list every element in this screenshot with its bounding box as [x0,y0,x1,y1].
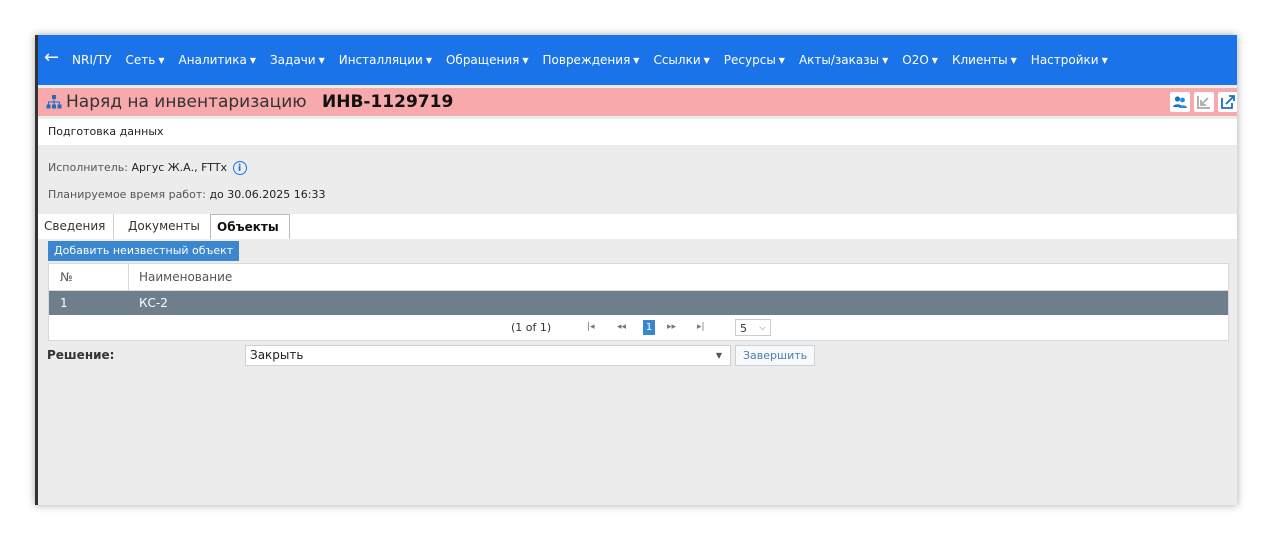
paginator: (1 of 1) |◂ ◂◂ 1 ▸▸ ▸| 5 ⌵ [49,316,1228,340]
planned-label: Планируемое время работ: [48,188,206,201]
planned-value: до 30.06.2025 16:33 [209,188,326,201]
page-size-value: 5 [740,322,747,335]
prev-page-icon[interactable]: ◂◂ [617,322,626,332]
nav-item-o2o[interactable]: O2O ▼ [902,53,938,67]
tabs-bar: Сведения Документы Объекты [38,214,1237,239]
executor-label: Исполнитель: [48,161,128,174]
table-header: № Наименование [49,264,1228,291]
executor-value: Аргус Ж.А., FTTx [131,161,228,174]
caret-down-icon: ▼ [318,55,325,65]
tab-documents[interactable]: Документы [122,214,210,239]
caret-down-icon: ▼ [522,55,529,65]
nav-item-installations[interactable]: Инсталляции ▼ [339,53,432,67]
decision-selected-value: Закрыть [250,348,304,362]
caret-down-icon: ▼ [1010,55,1017,65]
external-link-icon [1221,95,1235,109]
top-navbar: ← NRI/ТУ Сеть ▼ Аналитика ▼ Задачи ▼ Инстал… [38,35,1237,85]
decision-label: Решение: [47,348,115,362]
nav-item-damages[interactable]: Повреждения ▼ [543,53,640,67]
caret-down-icon: ▼ [1101,55,1108,65]
objects-table: № Наименование 1 КС-2 (1 of 1) |◂ ◂◂ 1 ▸… [48,263,1229,341]
first-page-icon[interactable]: |◂ [587,322,595,332]
nav-item-clients[interactable]: Клиенты ▼ [952,53,1017,67]
caret-down-icon: ▼ [249,55,256,65]
finish-button[interactable]: Завершить [735,345,816,366]
page-size-select[interactable]: 5 ⌵ [735,319,771,336]
arrow-in-icon [1197,96,1210,109]
caret-down-icon: ▼ [158,55,165,65]
chevron-down-icon: ⌵ [759,323,766,333]
page-1-button[interactable]: 1 [643,320,655,335]
table-row[interactable]: 1 КС-2 [49,291,1228,315]
arrow-left-icon[interactable]: ← [44,48,59,68]
hierarchy-icon [46,94,62,113]
nav-item-links[interactable]: Ссылки ▼ [653,53,709,67]
row-name: КС-2 [139,296,168,310]
caret-down-icon: ▼ [633,55,640,65]
status-text: Подготовка данных [38,119,1237,145]
nav-item-resources[interactable]: Ресурсы ▼ [724,53,785,67]
dropdown-arrow-icon: ▼ [715,351,722,360]
nav-item-requests[interactable]: Обращения ▼ [446,53,529,67]
row-number: 1 [60,296,68,310]
nav-item-network[interactable]: Сеть ▼ [126,53,165,67]
column-header-number[interactable]: № [60,264,72,290]
column-divider [128,264,129,290]
nav-item-settings[interactable]: Настройки ▼ [1031,53,1108,67]
open-external-button[interactable] [1218,92,1237,112]
order-number: ИНВ-1129719 [322,92,454,112]
objects-panel: Добавить неизвестный объект № Наименован… [44,239,1234,343]
caret-down-icon: ▼ [882,55,889,65]
page-count: (1 of 1) [511,321,552,334]
users-icon [1173,96,1187,108]
tab-objects[interactable]: Объекты [210,214,290,239]
next-page-icon[interactable]: ▸▸ [667,322,676,332]
nav-item-nri[interactable]: NRI/ТУ [72,53,112,67]
tab-details[interactable]: Сведения [38,214,114,239]
add-unknown-object-button[interactable]: Добавить неизвестный объект [48,241,240,261]
caret-down-icon: ▼ [931,55,938,65]
caret-down-icon: ▼ [703,55,710,65]
users-button[interactable] [1170,92,1190,112]
nav-item-tasks[interactable]: Задачи ▼ [270,53,325,67]
caret-down-icon: ▼ [425,55,432,65]
info-icon[interactable]: i [232,161,247,175]
nav-item-acts[interactable]: Акты/заказы ▼ [799,53,888,67]
app-window: ← NRI/ТУ Сеть ▼ Аналитика ▼ Задачи ▼ Инстал… [35,35,1237,505]
planned-time-row: Планируемое время работ: до 30.06.2025 1… [38,183,1237,207]
executor-row: Исполнитель: Аргус Ж.А., FTTx i [38,156,1237,180]
last-page-icon[interactable]: ▸| [697,322,705,332]
nav-item-analytics[interactable]: Аналитика ▼ [179,53,256,67]
order-title-bar: Наряд на инвентаризацию ИНВ-1129719 [38,88,1237,116]
decision-select[interactable]: Закрыть ▼ [245,345,731,366]
caret-down-icon: ▼ [778,55,785,65]
page-title: Наряд на инвентаризацию [66,92,307,112]
collapse-button[interactable] [1194,92,1214,112]
nav-menu: NRI/ТУ Сеть ▼ Аналитика ▼ Задачи ▼ Инсталля… [72,35,1122,85]
column-header-name[interactable]: Наименование [139,264,232,290]
